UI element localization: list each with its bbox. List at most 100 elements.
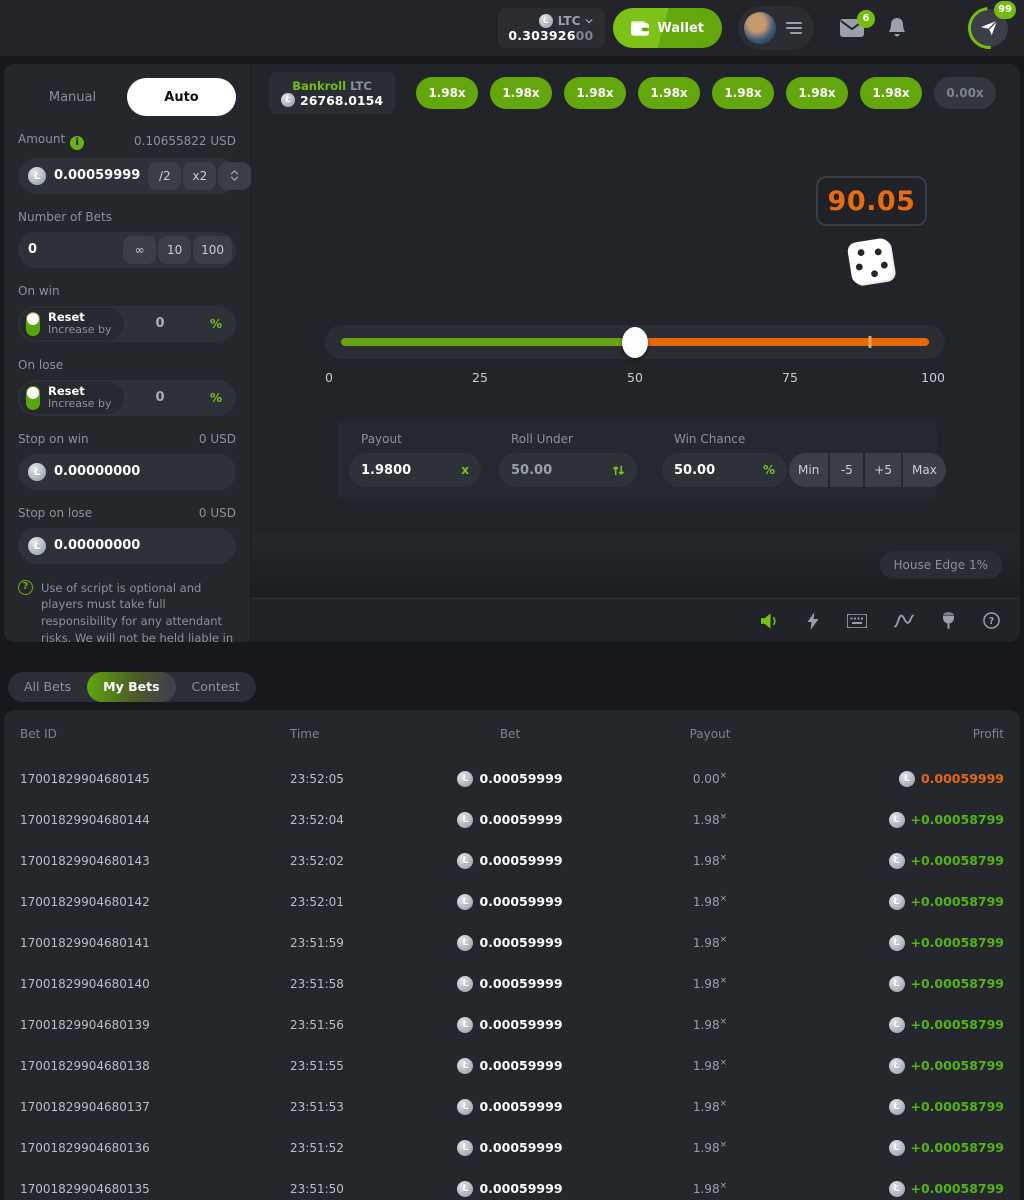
on-lose-label: On lose bbox=[18, 358, 63, 372]
slider-track[interactable] bbox=[341, 338, 929, 346]
payout-suffix: x bbox=[461, 463, 469, 477]
bet-profit: Ł+0.00058799 bbox=[889, 935, 1005, 951]
mail-button[interactable]: 6 bbox=[840, 19, 864, 37]
plus-5-button[interactable]: +5 bbox=[865, 453, 901, 487]
bet-id: 17001829904680143 bbox=[20, 854, 290, 868]
game-panel-container: Manual Auto Amounti 0.10655822 USD Ł 0.0… bbox=[4, 64, 1020, 642]
bets-100-button[interactable]: 100 bbox=[193, 236, 232, 264]
win-chance-input[interactable]: 50.00 % bbox=[662, 453, 787, 487]
infinity-bets-button[interactable]: ∞ bbox=[123, 236, 156, 264]
roll-under-input[interactable]: 50.00 bbox=[499, 453, 637, 487]
bets-10-button[interactable]: 10 bbox=[158, 236, 191, 264]
bet-row[interactable]: 1700182990468014223:52:01Ł0.000599991.98… bbox=[20, 881, 1004, 922]
bet-row[interactable]: 1700182990468013923:51:56Ł0.000599991.98… bbox=[20, 1004, 1004, 1045]
swap-icon[interactable] bbox=[612, 464, 625, 477]
stop-on-win-input: Ł 0.00000000 bbox=[18, 454, 236, 490]
amount-value[interactable]: 0.00059999 bbox=[54, 168, 140, 183]
minus-5-button[interactable]: -5 bbox=[830, 453, 863, 487]
bankroll-display: Bankroll LTC Ł26768.0154 bbox=[269, 72, 395, 114]
amount-stepper[interactable] bbox=[218, 162, 251, 190]
tab-auto[interactable]: Auto bbox=[127, 78, 236, 116]
tab-manual[interactable]: Manual bbox=[18, 78, 127, 116]
multiplier-buttons: 1.98x 1.98x 1.98x 1.98x 1.98x 1.98x 1.98x 0.00x bbox=[416, 77, 996, 109]
on-lose-value[interactable]: 0 bbox=[156, 390, 210, 405]
stats-icon[interactable] bbox=[894, 614, 914, 628]
litecoin-coin-icon: Ł bbox=[457, 894, 473, 910]
stop-on-lose-value[interactable]: 0.00000000 bbox=[54, 538, 232, 553]
help-icon[interactable]: ? bbox=[983, 612, 1000, 629]
litecoin-coin-icon: Ł bbox=[889, 1140, 905, 1156]
roll-slider[interactable] bbox=[325, 325, 945, 359]
bet-amount: Ł0.00059999 bbox=[457, 1058, 562, 1074]
bell-icon bbox=[888, 18, 906, 38]
multiplier-history-button[interactable]: 1.98x bbox=[490, 77, 552, 109]
on-win-label: On win bbox=[18, 284, 60, 298]
last-roll-marker bbox=[869, 336, 872, 348]
bet-id: 17001829904680136 bbox=[20, 1141, 290, 1155]
tab-my-bets[interactable]: My Bets bbox=[87, 672, 175, 702]
seed-icon[interactable] bbox=[941, 612, 956, 629]
hotkeys-icon[interactable] bbox=[847, 614, 867, 628]
multiplier-history-button[interactable]: 1.98x bbox=[416, 77, 478, 109]
double-amount-button[interactable]: x2 bbox=[183, 162, 216, 190]
on-win-value[interactable]: 0 bbox=[156, 316, 210, 331]
tab-all-bets[interactable]: All Bets bbox=[8, 672, 87, 702]
bet-row[interactable]: 1700182990468013623:51:52Ł0.000599991.98… bbox=[20, 1127, 1004, 1168]
multiplier-history-button[interactable]: 1.98x bbox=[638, 77, 700, 109]
bet-row[interactable]: 1700182990468014023:51:58Ł0.000599991.98… bbox=[20, 963, 1004, 1004]
bet-id: 17001829904680138 bbox=[20, 1059, 290, 1073]
bet-profit: Ł0.00059999 bbox=[899, 771, 1004, 787]
on-lose-mode-toggle[interactable]: ResetIncrease by bbox=[20, 382, 124, 414]
bet-row[interactable]: 1700182990468013823:51:55 Ł0.00059999 1.98… bbox=[20, 1045, 1004, 1086]
number-of-bets-value[interactable]: 0 bbox=[28, 242, 115, 257]
toggle-icon[interactable] bbox=[26, 386, 40, 410]
balance-selector[interactable]: Ł LTC 0.30392600 bbox=[498, 8, 605, 48]
bet-controls-sidebar: Manual Auto Amounti 0.10655822 USD Ł 0.0… bbox=[4, 64, 251, 642]
notifications-button[interactable] bbox=[888, 18, 906, 38]
max-button[interactable]: Max bbox=[903, 453, 946, 487]
litecoin-coin-icon: Ł bbox=[457, 1017, 473, 1033]
bet-row[interactable]: 1700182990468014323:52:02Ł0.000599991.98… bbox=[20, 840, 1004, 881]
half-amount-button[interactable]: /2 bbox=[148, 162, 181, 190]
on-win-unit: % bbox=[210, 317, 222, 331]
chevron-down-icon bbox=[585, 17, 593, 25]
litecoin-coin-icon: Ł bbox=[457, 935, 473, 951]
tab-contest[interactable]: Contest bbox=[176, 672, 256, 702]
wallet-button[interactable]: Wallet bbox=[613, 8, 722, 48]
user-menu[interactable] bbox=[738, 6, 814, 50]
bet-time: 23:51:52 bbox=[290, 1141, 420, 1155]
menu-icon bbox=[786, 22, 802, 34]
multiplier-history-button[interactable]: 1.98x bbox=[860, 77, 922, 109]
game-toolbar: ? bbox=[251, 598, 1020, 642]
litecoin-coin-icon: Ł bbox=[889, 935, 905, 951]
bet-payout: 1.98× bbox=[693, 1017, 727, 1032]
payout-input[interactable]: 1.9800 x bbox=[349, 453, 481, 487]
multiplier-history-button[interactable]: 1.98x bbox=[564, 77, 626, 109]
multiplier-history-button[interactable]: 0.00x bbox=[934, 77, 996, 109]
stop-on-lose-label: Stop on lose bbox=[18, 506, 92, 520]
multiplier-history-button[interactable]: 1.98x bbox=[786, 77, 848, 109]
turbo-icon[interactable] bbox=[807, 612, 820, 630]
slider-handle[interactable] bbox=[622, 327, 648, 358]
stop-on-win-value[interactable]: 0.00000000 bbox=[54, 464, 232, 479]
bet-row[interactable]: 1700182990468014523:52:05Ł0.000599990.00… bbox=[20, 758, 1004, 799]
bet-row[interactable]: 1700182990468013723:51:53Ł0.000599991.98… bbox=[20, 1086, 1004, 1127]
bet-id: 17001829904680144 bbox=[20, 813, 290, 827]
bet-row[interactable]: 1700182990468014123:51:59Ł0.000599991.98… bbox=[20, 922, 1004, 963]
info-icon: i bbox=[70, 136, 84, 150]
bet-row[interactable]: 1700182990468014423:52:04Ł0.000599991.98… bbox=[20, 799, 1004, 840]
bet-amount: Ł0.00059999 bbox=[457, 812, 562, 828]
payout-label: Payout bbox=[349, 432, 481, 446]
multiplier-history-button[interactable]: 1.98x bbox=[712, 77, 774, 109]
bet-payout: 1.98× bbox=[693, 1181, 727, 1196]
litecoin-coin-icon: Ł bbox=[889, 1058, 905, 1074]
on-win-mode-toggle[interactable]: ResetIncrease by bbox=[20, 308, 124, 340]
bet-time: 23:51:55 bbox=[290, 1059, 420, 1073]
min-button[interactable]: Min bbox=[789, 453, 828, 487]
bet-payout: 1.98× bbox=[693, 1058, 727, 1073]
roll-under-label: Roll Under bbox=[499, 432, 637, 446]
toggle-icon[interactable] bbox=[26, 312, 40, 336]
bet-id: 17001829904680137 bbox=[20, 1100, 290, 1114]
volume-icon[interactable] bbox=[761, 613, 780, 629]
bet-row[interactable]: 1700182990468013523:51:50Ł0.000599991.98… bbox=[20, 1168, 1004, 1200]
